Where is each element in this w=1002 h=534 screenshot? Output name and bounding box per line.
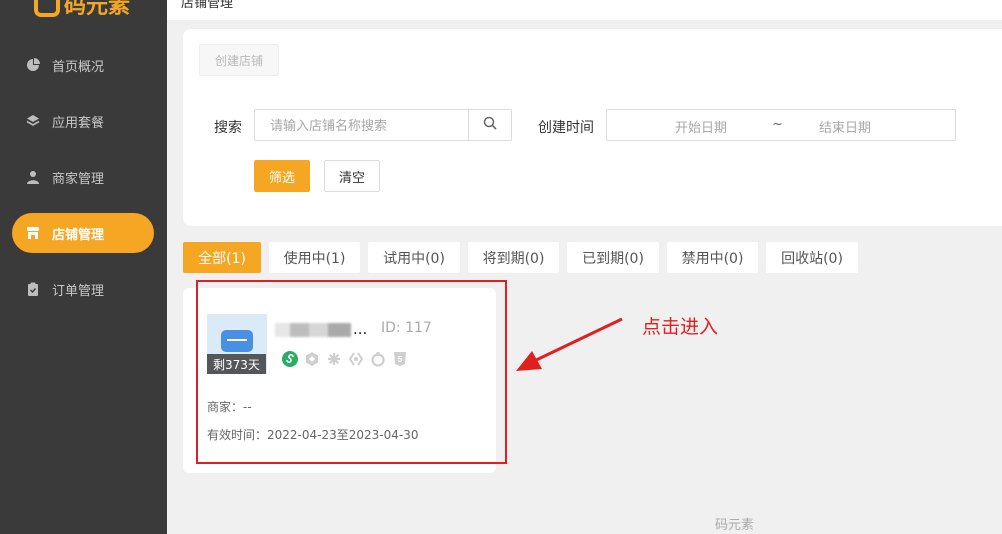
tab-in-use[interactable]: 使用中(1): [269, 242, 360, 273]
sidebar-item-label: 订单管理: [52, 283, 105, 299]
page-title: 店铺管理: [181, 0, 234, 11]
tab-trial[interactable]: 试用中(0): [368, 242, 460, 273]
search-icon: [483, 116, 497, 134]
tab-disabled[interactable]: 禁用中(0): [667, 242, 758, 273]
search-field: [254, 109, 512, 141]
sidebar-item-overview[interactable]: 首页概况: [12, 45, 154, 85]
search-input[interactable]: [255, 110, 468, 140]
store-icon: [26, 226, 40, 240]
annotation-text: 点击进入: [642, 316, 719, 338]
start-date-input[interactable]: 开始日期: [675, 117, 727, 136]
logo-icon: [34, 0, 60, 17]
logo-text: 码元素: [64, 0, 131, 19]
filter-panel: 创建店铺 搜索 创建时间 开始日期 ~ 结束日期 筛选 清空: [183, 29, 1002, 226]
sidebar-item-label: 店铺管理: [52, 227, 105, 243]
sidebar-item-packages[interactable]: 应用套餐: [12, 101, 154, 141]
highlight-box: [196, 280, 507, 464]
sidebar: 码元素 首页概况 应用套餐 商家管理 店铺管理 订单管理: [0, 0, 167, 534]
tab-expired[interactable]: 已到期(0): [567, 242, 659, 273]
create-store-button[interactable]: 创建店铺: [199, 44, 279, 76]
search-button[interactable]: [468, 110, 511, 140]
pie-chart-icon: [26, 58, 40, 72]
date-range-picker[interactable]: 开始日期 ~ 结束日期: [606, 109, 956, 141]
sidebar-item-stores[interactable]: 店铺管理: [12, 213, 154, 253]
clipboard-icon: [26, 282, 40, 296]
date-separator: ~: [772, 117, 783, 132]
search-label: 搜索: [214, 120, 242, 136]
annotation-arrow-icon: [510, 315, 626, 379]
tab-recycle-bin[interactable]: 回收站(0): [766, 242, 858, 273]
filter-button[interactable]: 筛选: [254, 160, 310, 192]
sidebar-item-label: 商家管理: [52, 171, 105, 187]
user-icon: [26, 170, 40, 184]
sidebar-item-label: 首页概况: [52, 59, 105, 75]
topbar: 店铺管理: [167, 0, 1002, 20]
logo: 码元素: [34, 0, 130, 20]
sidebar-item-label: 应用套餐: [52, 115, 105, 131]
end-date-input[interactable]: 结束日期: [819, 117, 871, 136]
layers-icon: [26, 114, 40, 128]
tab-expiring[interactable]: 将到期(0): [468, 242, 559, 273]
sidebar-item-orders[interactable]: 订单管理: [12, 269, 154, 309]
footer-text: 码元素: [715, 518, 755, 533]
clear-button[interactable]: 清空: [324, 160, 380, 192]
tab-all[interactable]: 全部(1): [183, 242, 261, 273]
sidebar-item-merchants[interactable]: 商家管理: [12, 157, 154, 197]
create-time-label: 创建时间: [538, 120, 594, 136]
